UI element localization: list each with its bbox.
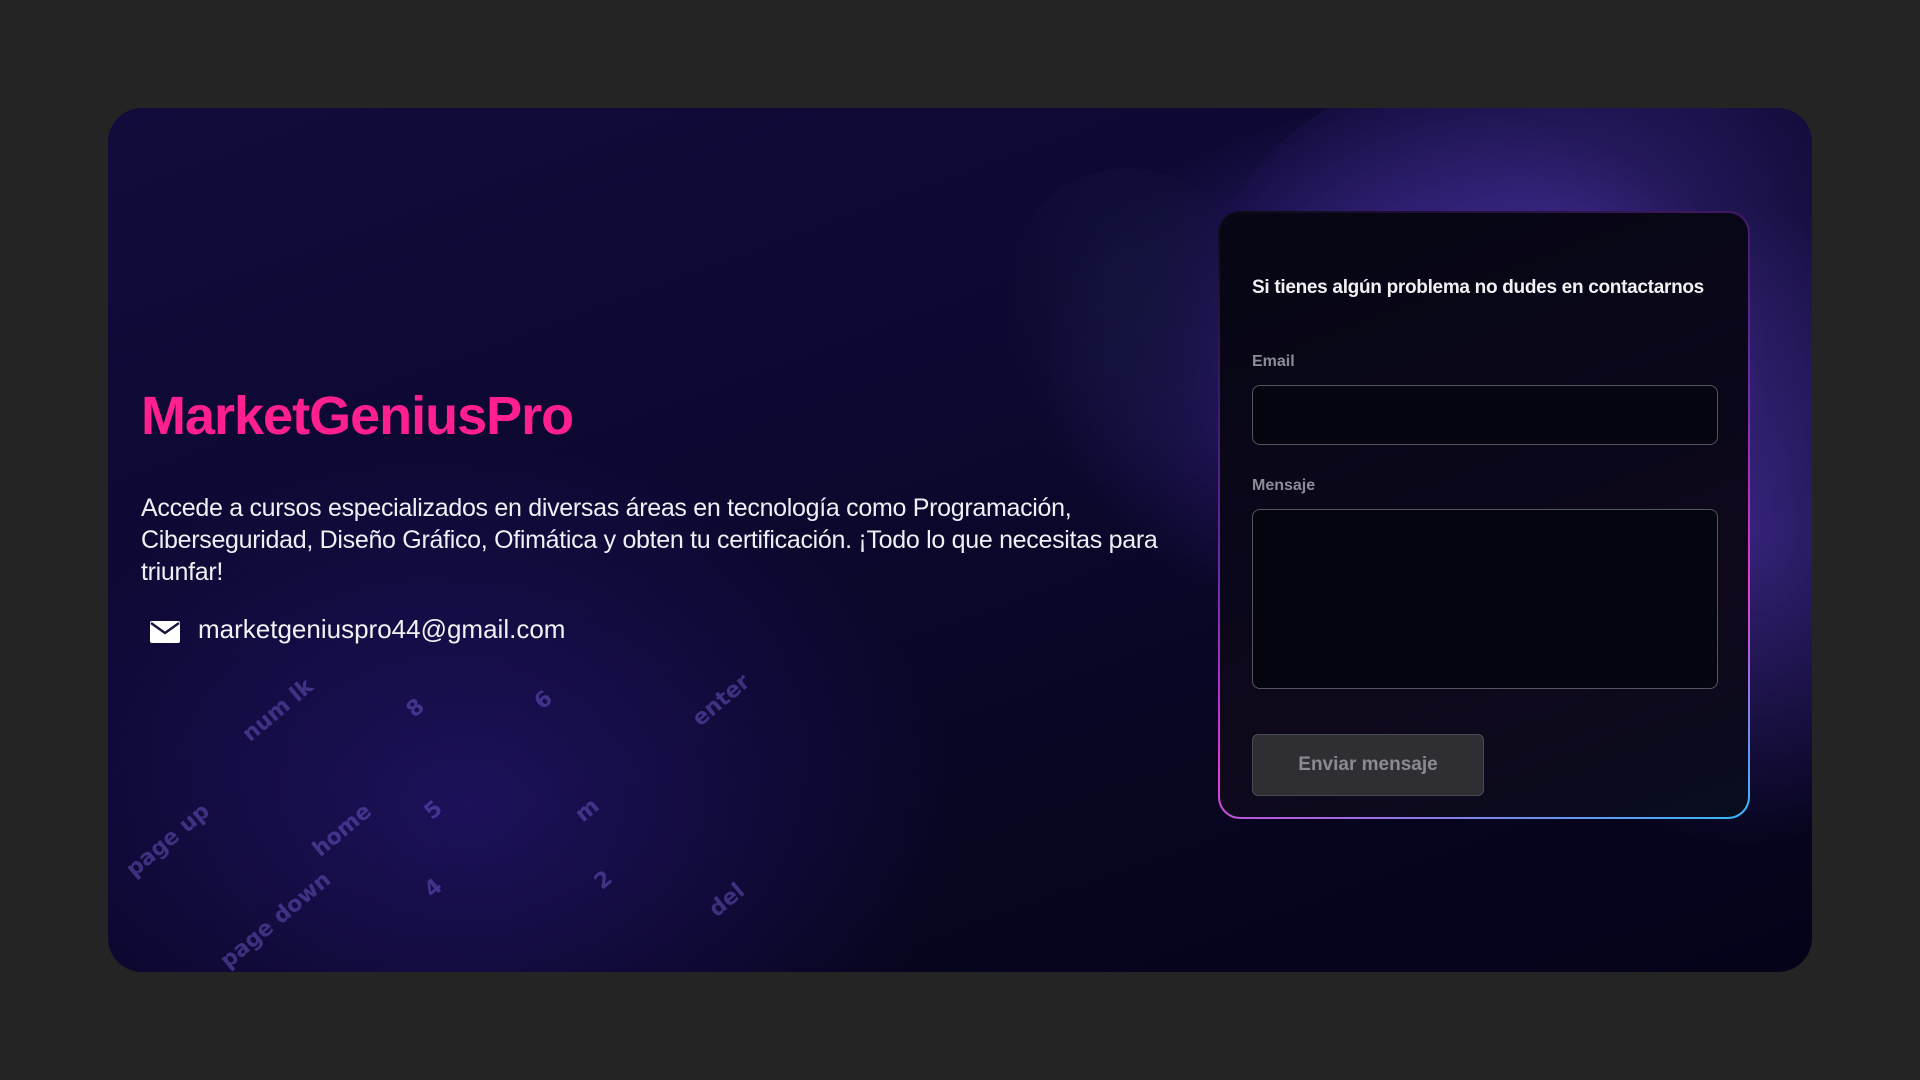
keyboard-key: 5	[419, 796, 448, 825]
background-mouse-image	[1008, 168, 1248, 488]
contact-email-row: marketgeniuspro44@gmail.com	[150, 614, 565, 645]
contact-form-panel: Si tienes algún problema no dudes en con…	[1218, 211, 1750, 819]
message-label: Mensaje	[1252, 477, 1316, 494]
contact-email-text[interactable]: marketgeniuspro44@gmail.com	[198, 614, 565, 645]
keyboard-key: home	[307, 798, 377, 863]
email-label: Email	[1252, 353, 1295, 370]
email-field[interactable]	[1252, 385, 1718, 445]
keyboard-key: 8	[401, 694, 430, 723]
keyboard-key: 6	[529, 686, 558, 715]
keyboard-key: num lk	[237, 673, 319, 748]
envelope-icon	[150, 619, 180, 643]
contact-form: Si tienes algún problema no dudes en con…	[1220, 213, 1748, 817]
keyboard-key: page down	[215, 867, 336, 972]
keyboard-key: del	[704, 878, 750, 923]
brand-title: MarketGeniusPro	[141, 386, 574, 446]
keyboard-key: page up	[121, 798, 215, 883]
send-message-button[interactable]: Enviar mensaje	[1252, 734, 1484, 796]
hero-description: Accede a cursos especializados en divers…	[141, 494, 1158, 586]
form-title: Si tienes algún problema no dudes en con…	[1252, 277, 1704, 298]
message-field[interactable]	[1252, 509, 1718, 689]
keyboard-key: enter	[687, 669, 756, 732]
keyboard-key: 4	[419, 874, 448, 903]
keyboard-key: 2	[589, 866, 618, 895]
keyboard-key: m	[570, 793, 605, 828]
